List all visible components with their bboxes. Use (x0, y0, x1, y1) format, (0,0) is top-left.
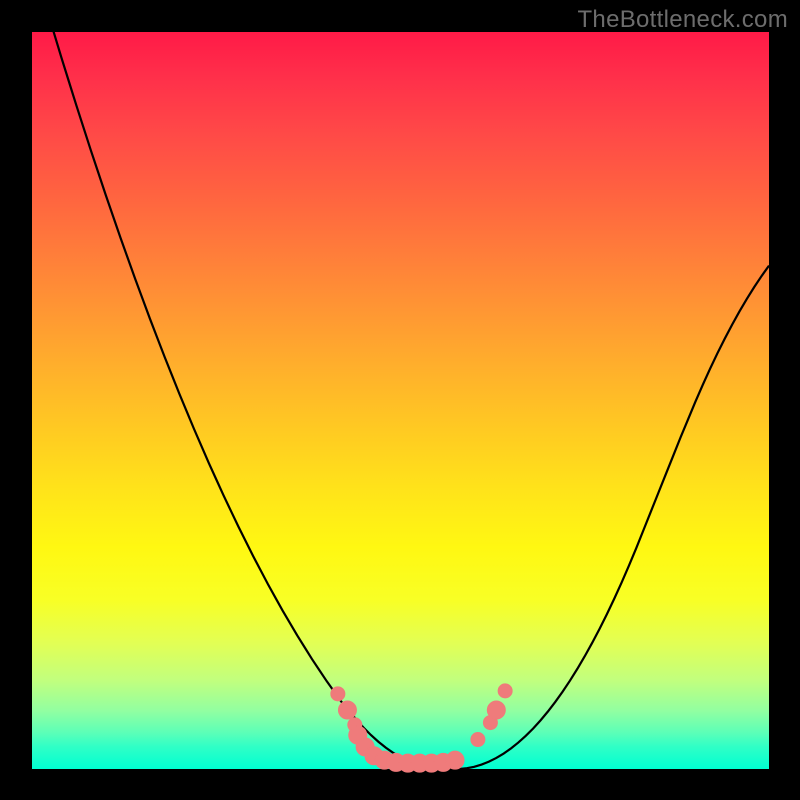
watermark-text: TheBottleneck.com (577, 6, 788, 34)
plot-area (32, 32, 769, 769)
data-marker (338, 701, 356, 719)
data-marker (487, 701, 505, 719)
data-marker (471, 733, 485, 747)
curve-path (32, 0, 769, 769)
chart-frame: TheBottleneck.com (0, 0, 800, 800)
bottleneck-curve (32, 32, 769, 769)
data-marker (446, 751, 464, 769)
data-marker (498, 684, 512, 698)
data-marker (331, 687, 345, 701)
